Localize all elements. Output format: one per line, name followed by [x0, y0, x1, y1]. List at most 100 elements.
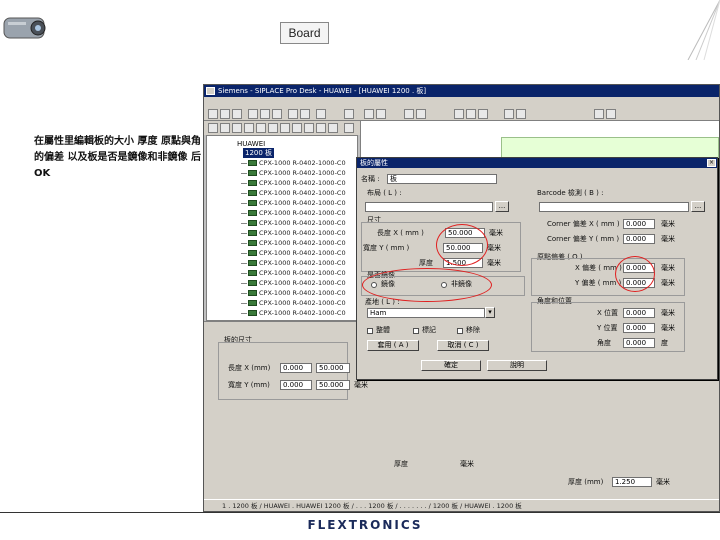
tool-b-icon[interactable]	[220, 123, 230, 133]
rotate-icon[interactable]	[404, 109, 414, 119]
delete-icon[interactable]	[594, 109, 604, 119]
mirror-field-input[interactable]: Ham	[367, 308, 485, 318]
tree-item[interactable]: CPX-1000 R-0402-1000-C0	[241, 268, 346, 278]
rot-x-input[interactable]: 0.000	[623, 308, 655, 318]
form-bottom-field[interactable]: 1.250	[612, 477, 652, 487]
tree-item[interactable]: CPX-1000 R-0402-1000-C0	[241, 298, 346, 308]
rot-y-input[interactable]: 0.000	[623, 323, 655, 333]
component-icon	[248, 250, 257, 256]
tool-j-icon[interactable]	[316, 123, 326, 133]
component-icon	[248, 260, 257, 266]
form-width-field[interactable]: 0.000	[280, 380, 312, 390]
tool-k-icon[interactable]	[328, 123, 338, 133]
move-icon[interactable]	[454, 109, 464, 119]
tree-root[interactable]: HUAWEI	[237, 140, 265, 148]
barcode-browse-button[interactable]: ...	[691, 201, 705, 212]
tree-item[interactable]: CPX-1000 R-0402-1000-C0	[241, 308, 346, 318]
tree-selected-board[interactable]: 1200 板	[243, 148, 275, 158]
tree-item-label: CPX-1000 R-0402-1000-C0	[259, 169, 346, 177]
new-icon[interactable]	[208, 109, 218, 119]
copy-icon[interactable]	[260, 109, 270, 119]
rot-angle-input[interactable]: 0.000	[623, 338, 655, 348]
flextronics-logo: FLEXTRONICS	[307, 518, 423, 532]
zoom-out-icon[interactable]	[376, 109, 386, 119]
help-icon[interactable]	[606, 109, 616, 119]
tree-item[interactable]: CPX-1000 R-0402-1000-C0	[241, 158, 346, 168]
mirror-dropdown-button[interactable]: ▾	[485, 307, 495, 318]
info-icon[interactable]	[516, 109, 526, 119]
tree-item[interactable]: CPX-1000 R-0402-1000-C0	[241, 228, 346, 238]
measure-icon[interactable]	[478, 109, 488, 119]
tool-a-icon[interactable]	[208, 123, 218, 133]
check1-box[interactable]	[367, 328, 373, 334]
menu-bar[interactable]	[204, 97, 719, 107]
redo-icon[interactable]	[300, 109, 310, 119]
tool-e-icon[interactable]	[256, 123, 266, 133]
tree-item[interactable]: CPX-1000 R-0402-1000-C0	[241, 288, 346, 298]
component-icon	[248, 270, 257, 276]
tree-item-label: CPX-1000 R-0402-1000-C0	[259, 309, 346, 317]
tree-item-label: CPX-1000 R-0402-1000-C0	[259, 249, 346, 257]
zoom-in-icon[interactable]	[364, 109, 374, 119]
rot-angle-unit: 度	[661, 339, 668, 347]
tool-i-icon[interactable]	[304, 123, 314, 133]
component-tree[interactable]: HUAWEI 1200 板 CPX-1000 R-0402-1000-C0 CPX…	[206, 135, 358, 321]
length-unit: 毫米	[489, 229, 503, 237]
grid-icon[interactable]	[344, 109, 354, 119]
mirror-icon[interactable]	[416, 109, 426, 119]
tree-item[interactable]: CPX-1000 R-0402-1000-C0	[241, 248, 346, 258]
print-icon[interactable]	[316, 109, 326, 119]
tool-h-icon[interactable]	[292, 123, 302, 133]
check3-box[interactable]	[457, 328, 463, 334]
select-icon[interactable]	[466, 109, 476, 119]
name-input[interactable]: 板	[387, 174, 497, 184]
form-thickness-unit: 毫米	[460, 460, 474, 468]
component-icon	[248, 290, 257, 296]
help-button[interactable]: 說明	[487, 360, 547, 371]
component-icon	[248, 220, 257, 226]
component-icon	[248, 230, 257, 236]
tool-f-icon[interactable]	[268, 123, 278, 133]
form-width-field-2[interactable]: 50.000	[316, 380, 350, 390]
tree-item[interactable]: CPX-1000 R-0402-1000-C0	[241, 278, 346, 288]
tool-l-icon[interactable]	[344, 123, 354, 133]
tree-item[interactable]: CPX-1000 R-0402-1000-C0	[241, 258, 346, 268]
ok-button[interactable]: 確定	[421, 360, 481, 371]
layout-browse-button[interactable]: ...	[495, 201, 509, 212]
component-icon	[248, 180, 257, 186]
tree-item[interactable]: CPX-1000 R-0402-1000-C0	[241, 178, 346, 188]
component-icon	[248, 200, 257, 206]
tree-item-label: CPX-1000 R-0402-1000-C0	[259, 229, 346, 237]
tree-item[interactable]: CPX-1000 R-0402-1000-C0	[241, 188, 346, 198]
tree-item[interactable]: CPX-1000 R-0402-1000-C0	[241, 198, 346, 208]
tree-item[interactable]: CPX-1000 R-0402-1000-C0	[241, 238, 346, 248]
check2-box[interactable]	[413, 328, 419, 334]
offset-x-input[interactable]: 0.000	[623, 219, 655, 229]
component-icon	[248, 300, 257, 306]
close-icon[interactable]: ×	[707, 159, 716, 167]
offset-y-input[interactable]: 0.000	[623, 234, 655, 244]
tool-d-icon[interactable]	[244, 123, 254, 133]
cut-icon[interactable]	[248, 109, 258, 119]
tree-item[interactable]: CPX-1000 R-0402-1000-C0	[241, 218, 346, 228]
tool-c-icon[interactable]	[232, 123, 242, 133]
origin-y-label: Y 偏差 ( mm )	[575, 279, 622, 287]
save-icon[interactable]	[232, 109, 242, 119]
apply-button[interactable]: 套用 ( A )	[367, 340, 419, 351]
form-length-label: 長度 X (mm)	[228, 364, 271, 372]
cancel-button[interactable]: 取消 ( C )	[437, 340, 489, 351]
app-icon	[206, 87, 215, 95]
tool-g-icon[interactable]	[280, 123, 290, 133]
settings-icon[interactable]	[504, 109, 514, 119]
tree-item[interactable]: CPX-1000 R-0402-1000-C0	[241, 168, 346, 178]
form-length-field[interactable]: 0.000	[280, 363, 312, 373]
thickness-label: 厚度	[419, 259, 433, 267]
barcode-input[interactable]	[539, 202, 689, 212]
layout-input[interactable]	[365, 202, 493, 212]
open-icon[interactable]	[220, 109, 230, 119]
offset-y-unit: 毫米	[661, 235, 675, 243]
form-length-field-2[interactable]: 50.000	[316, 363, 350, 373]
paste-icon[interactable]	[272, 109, 282, 119]
undo-icon[interactable]	[288, 109, 298, 119]
tree-item[interactable]: CPX-1000 R-0402-1000-C0	[241, 208, 346, 218]
